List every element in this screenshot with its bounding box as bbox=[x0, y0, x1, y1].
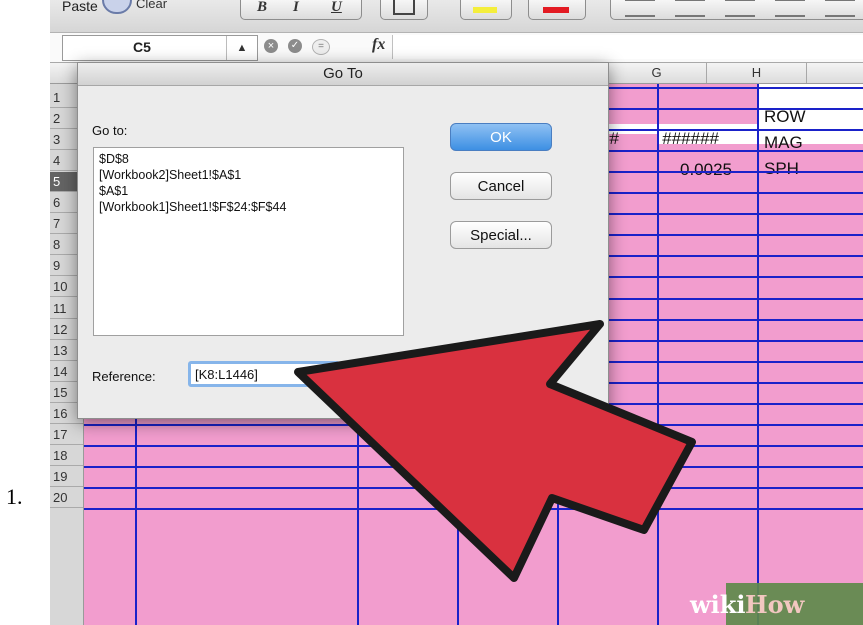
list-number: 1. bbox=[6, 484, 23, 509]
watermark-wiki: wiki bbox=[690, 590, 746, 619]
annotation-arrow-icon bbox=[294, 320, 696, 582]
arrow-shape bbox=[294, 320, 696, 582]
watermark-how: How bbox=[745, 590, 805, 619]
excel-screenshot: Paste Clear B I U C5 ▲ × ✓ = fx G H 1 2 … bbox=[50, 0, 863, 625]
